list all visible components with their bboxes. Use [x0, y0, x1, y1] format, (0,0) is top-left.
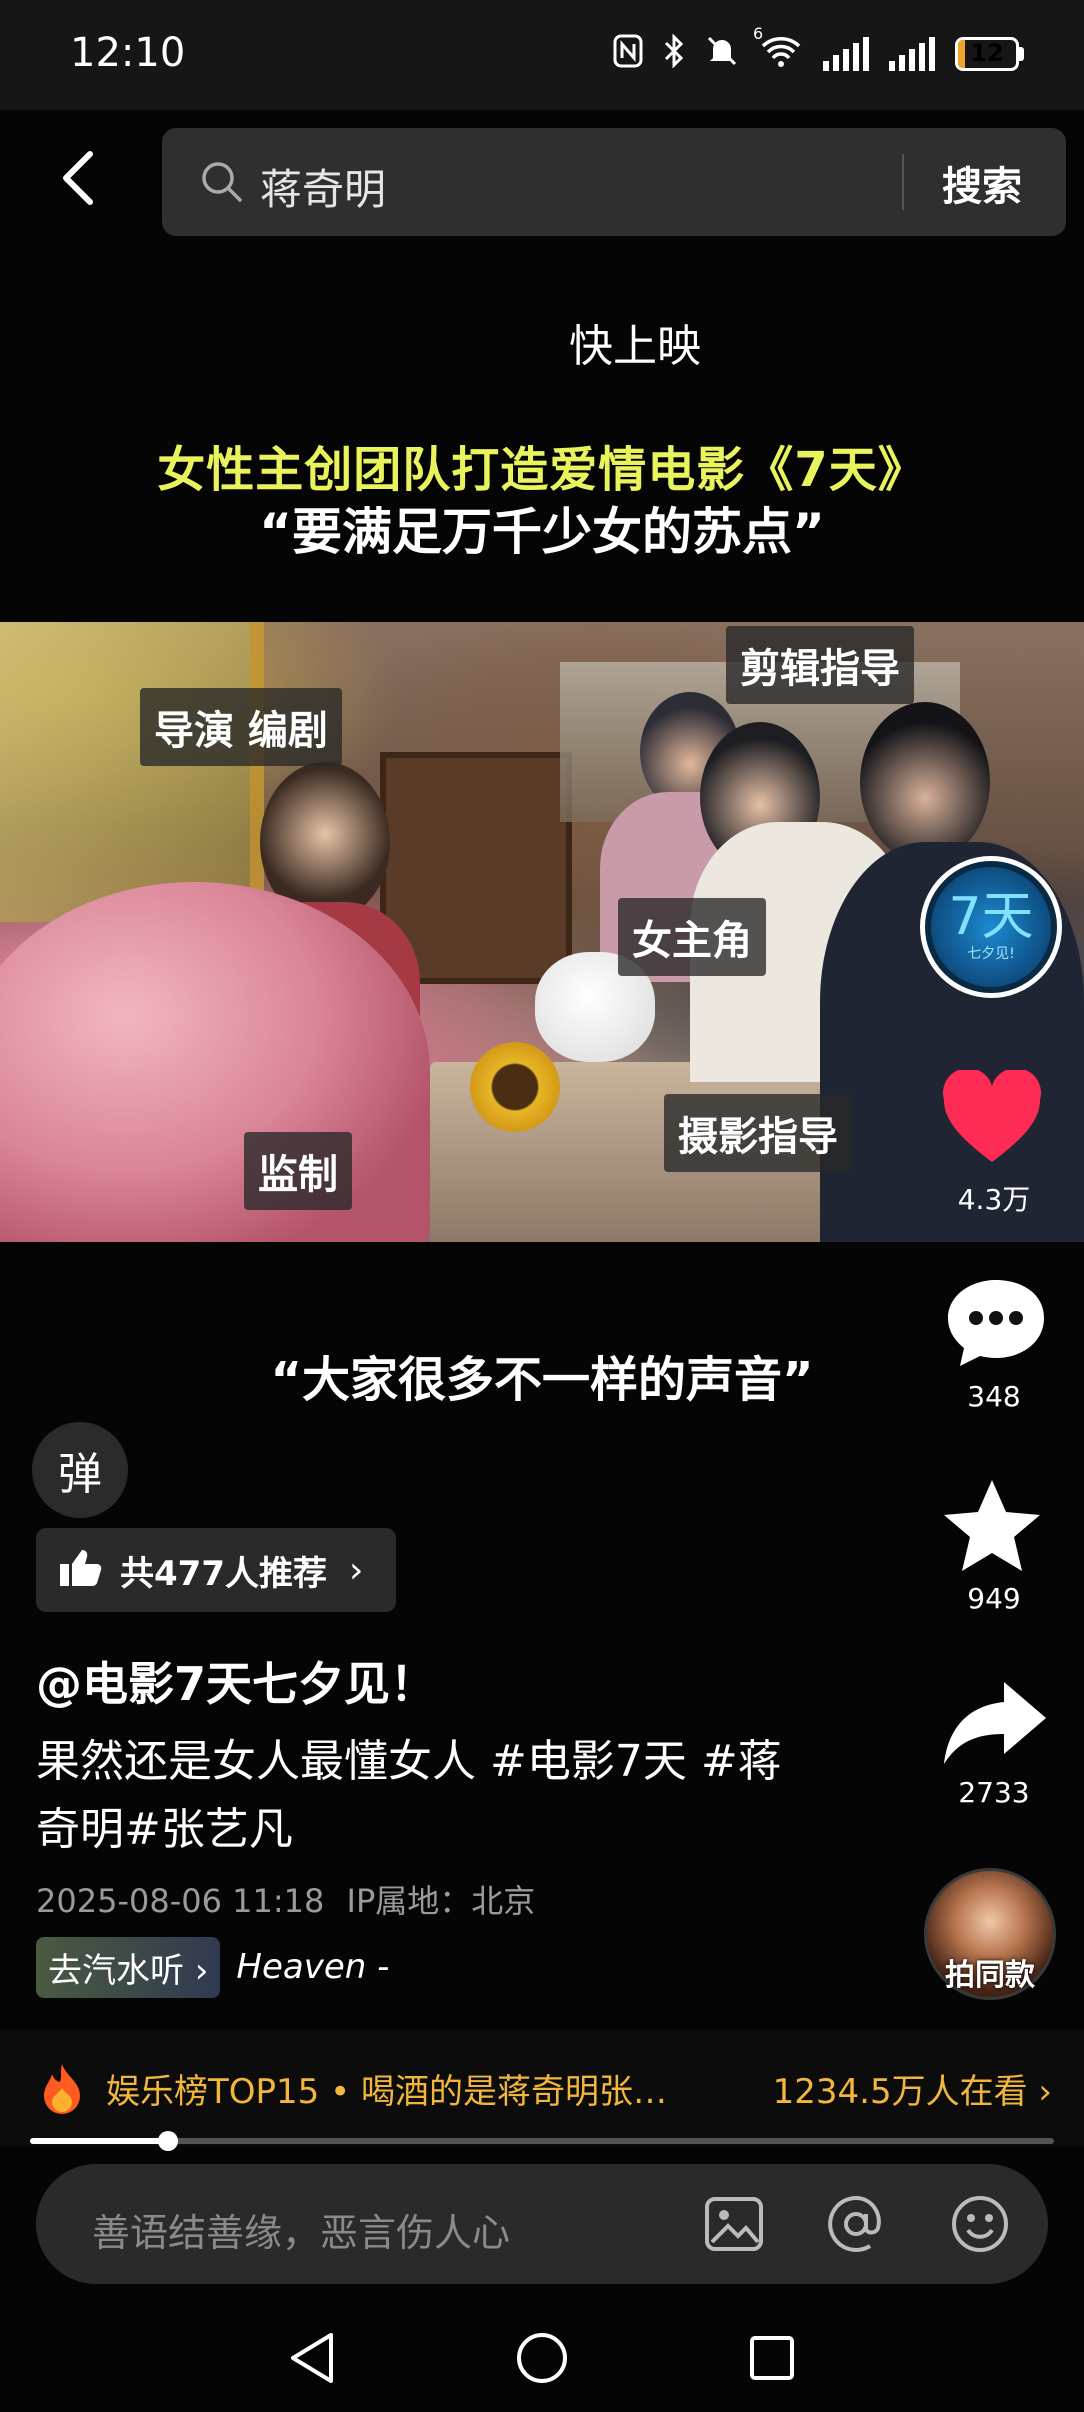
post-meta: 2025-08-06 11:18 IP属地：北京: [36, 1876, 535, 1922]
star-icon: [944, 1480, 1040, 1571]
image-icon[interactable]: [700, 2190, 768, 2258]
video-overlay-text: 快上映: [569, 321, 701, 372]
status-bar: 12:10 6 12: [0, 0, 1084, 110]
music-row[interactable]: 去汽水听 › Heaven -: [36, 1936, 390, 1998]
comment-input[interactable]: 善语结善缘，恶言伤人心: [92, 2202, 510, 2257]
chevron-right-icon: ›: [194, 1950, 209, 1991]
fire-icon: [40, 2062, 84, 2118]
post-caption[interactable]: 果然还是女人最懂女人 #电影7天 #蒋奇明#张艺凡: [36, 1728, 806, 1864]
share-button[interactable]: [940, 1676, 1050, 1768]
avatar-logo: 7天 七夕见!: [931, 867, 1051, 987]
heart-icon: [943, 1068, 1041, 1162]
recommend-button[interactable]: 共477人推荐 ›: [36, 1528, 396, 1612]
same-style-label[interactable]: 拍同款: [920, 1950, 1060, 1994]
progress-knob[interactable]: [158, 2131, 179, 2151]
nav-home-button[interactable]: [512, 2328, 572, 2388]
wifi-icon: 6: [753, 26, 803, 74]
post-ip: IP属地：北京: [346, 1882, 536, 1920]
window: [0, 622, 264, 922]
danmu-label: 弹: [58, 1449, 102, 1500]
system-nav-bar: [0, 2300, 1084, 2412]
search-icon: [200, 160, 244, 208]
progress-fill: [30, 2138, 169, 2144]
trending-text: 娱乐榜TOP15 • 喝酒的是蒋奇明张…: [106, 2072, 667, 2112]
share-arrow-icon: [944, 1682, 1046, 1764]
emoji-icon[interactable]: [946, 2190, 1014, 2258]
share-count: 2733: [958, 1776, 1030, 1809]
signal-icon: [889, 37, 935, 71]
sunflower: [470, 1042, 560, 1132]
mention-icon[interactable]: [822, 2190, 890, 2258]
person: [860, 702, 990, 862]
video-headline: 女性主创团队打造爱情电影《7天》: [157, 442, 927, 498]
label-director: 导演 编剧: [140, 688, 342, 766]
thumbs-up-icon: [58, 1548, 102, 1592]
back-arrow-icon: [63, 151, 93, 205]
bluetooth-icon: [663, 33, 685, 74]
comment-icon: [948, 1280, 1044, 1366]
back-button[interactable]: [50, 150, 106, 206]
mute-icon: [705, 34, 739, 74]
search-input[interactable]: 蒋奇明: [260, 156, 386, 217]
search-divider: [902, 154, 904, 210]
author-name[interactable]: @电影7天七夕见！: [36, 1648, 436, 1714]
favorite-button[interactable]: [940, 1476, 1044, 1576]
search-button[interactable]: 搜索: [942, 154, 1022, 212]
comment-button[interactable]: [944, 1274, 1048, 1370]
music-name: Heaven -: [236, 1947, 390, 1987]
chevron-right-icon: ›: [348, 1549, 364, 1591]
label-lead: 女主角: [618, 898, 766, 976]
nfc-icon: [613, 34, 643, 74]
nav-home-icon: [517, 2333, 567, 2383]
battery-icon: 12: [955, 37, 1024, 71]
nav-back-button[interactable]: [282, 2328, 342, 2388]
avatar-sub: 七夕见!: [967, 946, 1015, 962]
danmu-toggle-button[interactable]: 弹: [32, 1422, 128, 1518]
music-chip[interactable]: 去汽水听 ›: [36, 1936, 221, 1998]
label-supervisor: 监制: [244, 1132, 352, 1210]
label-editing: 剪辑指导: [726, 626, 914, 704]
trending-bar[interactable]: 娱乐榜TOP15 • 喝酒的是蒋奇明张… 1234.5万人在看 ›: [0, 2030, 1084, 2146]
trending-count: 1234.5万人在看 ›: [773, 2064, 1052, 2113]
nav-recents-button[interactable]: [742, 2328, 802, 2388]
nav-back-icon: [291, 2333, 333, 2383]
status-icons: 6 12: [613, 26, 1024, 78]
favorite-count: 949: [967, 1582, 1021, 1615]
music-chip-label: 去汽水听: [48, 1950, 184, 1991]
nav-recents-icon: [750, 2336, 794, 2380]
comment-count: 348: [967, 1380, 1021, 1413]
like-button[interactable]: [940, 1068, 1050, 1170]
avatar-text: 7天: [948, 887, 1034, 947]
comment-input-bar[interactable]: 善语结善缘，恶言伤人心: [36, 2164, 1048, 2284]
author-avatar[interactable]: 7天 七夕见!: [920, 856, 1062, 998]
like-count: 4.3万: [957, 1183, 1031, 1216]
battery-level: 12: [970, 39, 1004, 67]
signal-icon: [823, 37, 869, 71]
trending-count-value: 1234.5万人在看: [772, 2072, 1028, 2112]
wifi-badge: 6: [753, 24, 764, 43]
label-cinematography: 摄影指导: [664, 1094, 852, 1172]
post-date: 2025-08-06 11:18: [36, 1882, 325, 1920]
video-subheadline: “要满足万千少女的苏点”: [259, 503, 825, 561]
chevron-right-icon: ›: [1038, 2072, 1052, 2112]
status-time: 12:10: [70, 30, 186, 76]
search-box[interactable]: 蒋奇明 搜索: [162, 128, 1066, 236]
recommend-label: 共477人推荐: [120, 1553, 327, 1594]
video-progress-bar[interactable]: [30, 2131, 1054, 2151]
